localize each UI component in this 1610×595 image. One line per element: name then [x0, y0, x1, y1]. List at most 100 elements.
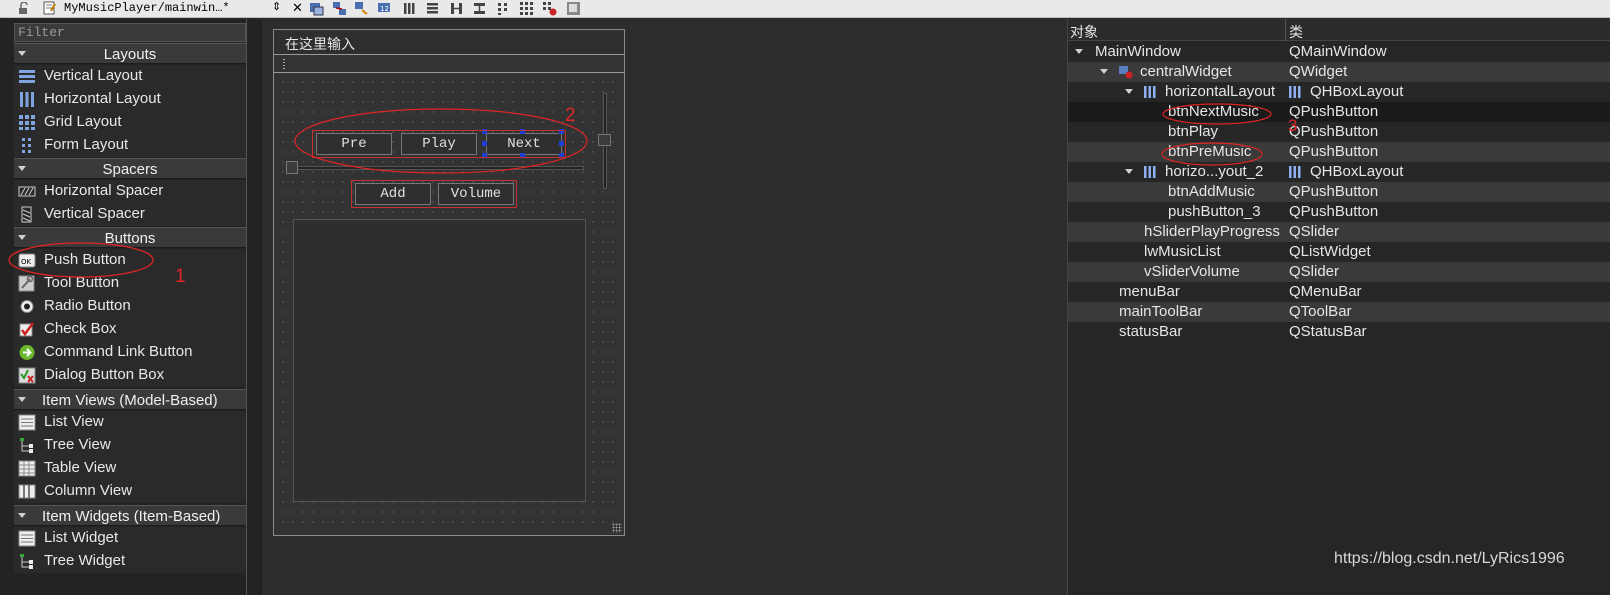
object-name: centralWidget [1140, 63, 1232, 80]
file-switch-icon[interactable]: ⇕ [272, 0, 281, 13]
widget-column-view[interactable]: Column View [14, 480, 246, 503]
column-header-class[interactable]: 类 [1289, 22, 1303, 42]
table-view-icon [18, 460, 36, 477]
object-class: QHBoxLayout [1310, 83, 1404, 100]
widget-vertical-layout[interactable]: Vertical Layout [14, 65, 246, 88]
widget-label: List Widget [44, 529, 119, 546]
category-item-widgets[interactable]: Item Widgets (Item-Based) [14, 505, 246, 526]
music-list-widget[interactable] [293, 219, 586, 502]
object-name: vSliderVolume [1144, 263, 1240, 280]
object-class: QMainWindow [1289, 43, 1387, 60]
tree-row-hsliderplayprogress[interactable]: hSliderPlayProgress QSlider [1068, 222, 1610, 242]
lock-icon[interactable] [18, 2, 30, 15]
widget-list-widget[interactable]: List Widget [14, 527, 246, 550]
category-spacers[interactable]: Spacers [14, 158, 246, 179]
collapse-arrow-icon[interactable] [1100, 69, 1108, 74]
widget-grid-layout[interactable]: Grid Layout [14, 111, 246, 134]
widget-table-view[interactable]: Table View [14, 457, 246, 480]
collapse-arrow-icon[interactable] [1125, 169, 1133, 174]
object-class: QStatusBar [1289, 323, 1367, 340]
tab-order-icon[interactable]: 12 [377, 1, 392, 16]
category-layouts[interactable]: Layouts [14, 43, 246, 64]
header-divider[interactable] [1285, 19, 1286, 41]
volume-button[interactable]: Volume [438, 183, 514, 205]
collapse-arrow-icon[interactable] [1075, 49, 1083, 54]
break-layout-icon[interactable] [542, 1, 557, 16]
tree-view-icon [20, 438, 33, 453]
object-name: statusBar [1119, 323, 1183, 340]
vsplitter-icon[interactable] [472, 1, 487, 16]
widget-radio-button[interactable]: Radio Button [14, 295, 246, 318]
tree-row-mainwindow[interactable]: MainWindow QMainWindow [1068, 42, 1610, 62]
object-class: QWidget [1289, 63, 1348, 80]
widget-label: Vertical Spacer [44, 205, 145, 222]
column-header-object[interactable]: 对象 [1070, 22, 1098, 42]
widget-horizontal-layout[interactable]: Horizontal Layout [14, 88, 246, 111]
tree-row-horizontallayout2[interactable]: horizo...yout_2 QHBoxLayout [1068, 162, 1610, 182]
widget-form-layout[interactable]: Form Layout [14, 134, 246, 157]
form-toolbar[interactable] [274, 55, 624, 73]
object-class: QMenuBar [1289, 283, 1362, 300]
edit-icon[interactable] [43, 1, 56, 15]
tree-row-statusbar[interactable]: statusBar QStatusBar [1068, 322, 1610, 342]
widget-label: Tree View [44, 436, 111, 453]
form-layout-icon [22, 138, 31, 153]
annotation-number-3: 3 [1288, 116, 1298, 135]
form-layout-icon[interactable] [496, 1, 511, 16]
volume-handle[interactable] [598, 134, 611, 146]
file-title[interactable]: MyMusicPlayer/mainwin…* [64, 1, 230, 15]
tree-row-lwmusiclist[interactable]: lwMusicList QListWidget [1068, 242, 1610, 262]
adjust-size-icon[interactable] [566, 1, 581, 16]
filter-input[interactable]: Filter [14, 23, 246, 42]
widget-icon [1119, 66, 1133, 79]
grid-layout-icon [19, 115, 35, 130]
tree-row-vslidervolume[interactable]: vSliderVolume QSlider [1068, 262, 1610, 282]
toolbar-grip-icon[interactable] [282, 58, 286, 70]
tree-widget-icon [20, 554, 33, 569]
widget-command-link-button[interactable]: Command Link Button [14, 341, 246, 364]
tree-row-maintoolbar[interactable]: mainToolBar QToolBar [1068, 302, 1610, 322]
category-item-views[interactable]: Item Views (Model-Based) [14, 389, 246, 410]
grid-layout-icon[interactable] [519, 1, 534, 16]
collapse-arrow-icon[interactable] [1125, 89, 1133, 94]
tree-row-btnplay[interactable]: btnPlay QPushButton [1068, 122, 1610, 142]
vlayout-icon[interactable] [425, 1, 440, 16]
panel-divider[interactable] [246, 19, 247, 595]
widget-vertical-spacer[interactable]: Vertical Spacer [14, 203, 246, 226]
tree-row-menubar[interactable]: menuBar QMenuBar [1068, 282, 1610, 302]
tree-row-btnaddmusic[interactable]: btnAddMusic QPushButton [1068, 182, 1610, 202]
widget-box: Filter Layouts Vertical Layout Horizonta… [0, 19, 262, 595]
menu-type-here[interactable]: 在这里输入 [285, 34, 355, 54]
add-button[interactable]: Add [355, 183, 431, 205]
tree-row-btnpremusic[interactable]: btnPreMusic QPushButton [1068, 142, 1610, 162]
widget-tree-view[interactable]: Tree View [14, 434, 246, 457]
object-class: QToolBar [1289, 303, 1352, 320]
list-view-icon [18, 414, 36, 431]
object-class: QPushButton [1289, 143, 1379, 160]
tree-row-centralwidget[interactable]: centralWidget QWidget [1068, 62, 1610, 82]
object-name: horizontalLayout [1165, 83, 1276, 100]
buddy-icon[interactable] [354, 1, 369, 16]
hlayout-icon[interactable] [402, 1, 417, 16]
dialog-button-box-icon [18, 367, 36, 384]
widget-check-box[interactable]: Check Box [14, 318, 246, 341]
object-class: QListWidget [1289, 243, 1371, 260]
close-icon[interactable]: ✕ [292, 0, 303, 16]
tree-row-btnnextmusic[interactable]: btnNextMusic QPushButton [1068, 102, 1610, 122]
form-menubar[interactable]: 在这里输入 [274, 30, 624, 55]
widget-tree-widget[interactable]: Tree Widget [14, 550, 246, 573]
widget-label: Radio Button [44, 297, 131, 314]
widget-list-view[interactable]: List View [14, 411, 246, 434]
tree-row-pushbutton3[interactable]: pushButton_3 QPushButton [1068, 202, 1610, 222]
expand-arrow-icon[interactable] [18, 397, 26, 402]
signal-slot-icon[interactable] [332, 1, 347, 16]
widget-edit-icon[interactable] [309, 1, 324, 16]
object-name: mainToolBar [1119, 303, 1203, 320]
list-widget-icon [18, 530, 36, 547]
widget-dialog-button-box[interactable]: Dialog Button Box [14, 364, 246, 387]
tree-row-horizontallayout[interactable]: horizontalLayout QHBoxLayout [1068, 82, 1610, 102]
resize-grip-icon[interactable] [612, 523, 622, 533]
hsplitter-icon[interactable] [449, 1, 464, 16]
expand-arrow-icon[interactable] [18, 513, 26, 518]
widget-horizontal-spacer[interactable]: Horizontal Spacer [14, 180, 246, 203]
